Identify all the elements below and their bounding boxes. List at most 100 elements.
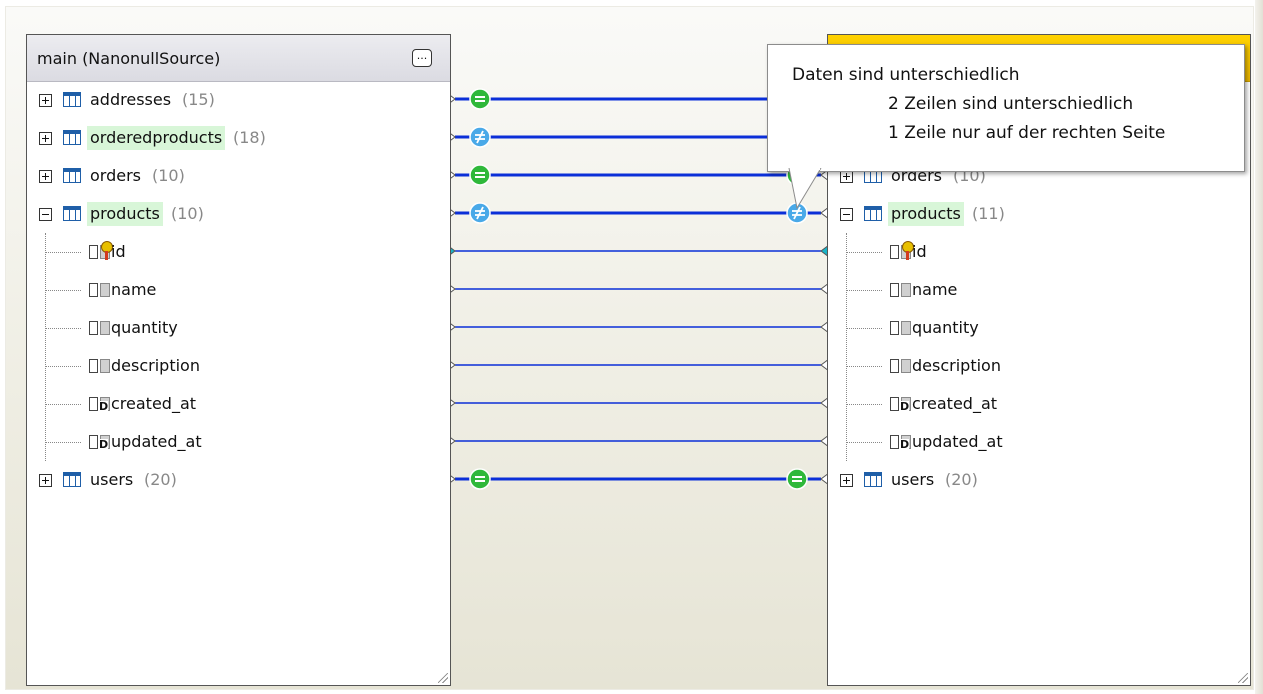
tree-connector (45, 290, 81, 291)
column-icon (89, 359, 110, 373)
table-row-count-addresses: (15) (182, 90, 215, 109)
column-icon (890, 435, 911, 449)
tree-connector (846, 290, 882, 291)
column-row-created_at[interactable]: Dcreated_at (840, 391, 1240, 421)
right-panel-resize-grip[interactable] (1238, 673, 1248, 683)
column-icon (890, 283, 911, 297)
table-name-addresses: addresses (90, 90, 172, 109)
table-icon (63, 130, 81, 145)
column-name-name: name (912, 280, 958, 299)
tree-connector (45, 252, 81, 253)
compare-status-left-users[interactable] (469, 468, 491, 490)
column-name-id: id (111, 242, 126, 261)
tree-connector (846, 252, 882, 253)
left-panel-resize-grip[interactable] (438, 673, 448, 683)
datetime-type-icon: D (99, 438, 109, 451)
expand-addresses-toggle[interactable] (39, 94, 52, 107)
column-icon (89, 397, 110, 411)
primary-key-column-icon (890, 245, 911, 259)
table-icon (63, 92, 81, 107)
table-row-count-products: (11) (972, 204, 1005, 223)
compare-status-left-addresses[interactable] (469, 88, 491, 110)
column-name-quantity: quantity (111, 318, 178, 337)
collapse-products-toggle[interactable] (840, 208, 853, 221)
tree-connector (846, 404, 882, 405)
column-row-name[interactable]: name (840, 277, 1240, 307)
table-row-count-orders: (10) (152, 166, 185, 185)
expand-users-toggle[interactable] (39, 474, 52, 487)
table-row-orders[interactable]: orders (10) (39, 163, 439, 193)
tree-connector (45, 328, 81, 329)
table-row-products[interactable]: products (11) (840, 201, 1240, 231)
compare-status-left-orders[interactable] (469, 164, 491, 186)
column-name-updated_at: updated_at (912, 432, 1003, 451)
expand-users-toggle[interactable] (840, 474, 853, 487)
left-schema-panel[interactable]: main (NanonullSource) ... addresses (15) o… (26, 34, 451, 686)
table-row-count-users: (20) (945, 470, 978, 489)
column-name-id: id (912, 242, 927, 261)
tree-connector (846, 328, 882, 329)
table-name-users: users (90, 470, 134, 489)
column-name-description: description (111, 356, 200, 375)
column-name-name: name (111, 280, 157, 299)
column-icon (89, 283, 110, 297)
left-panel-header[interactable]: main (NanonullSource) ... (27, 35, 450, 82)
table-name-orders: orders (90, 166, 141, 185)
comparison-tooltip: Daten sind unterschiedlich 2 Zeilen sind… (767, 44, 1245, 172)
compare-status-left-products[interactable] (469, 202, 491, 224)
column-icon (890, 359, 911, 373)
expand-orderedproducts-toggle[interactable] (39, 132, 52, 145)
column-row-updated_at[interactable]: Dupdated_at (39, 429, 439, 459)
table-row-count-users: (20) (144, 470, 177, 489)
column-name-created_at: created_at (912, 394, 998, 413)
column-row-id[interactable]: id (39, 239, 439, 269)
column-row-updated_at[interactable]: Dupdated_at (840, 429, 1240, 459)
collapse-products-toggle[interactable] (39, 208, 52, 221)
table-icon (864, 472, 882, 487)
column-row-description[interactable]: description (840, 353, 1240, 383)
column-row-quantity[interactable]: quantity (840, 315, 1240, 345)
left-panel-title: main (NanonullSource) (37, 49, 221, 68)
compare-status-left-orderedproducts[interactable] (469, 126, 491, 148)
tooltip-title: Daten sind unterschiedlich (792, 65, 1020, 85)
compare-status-right-users[interactable] (786, 468, 808, 490)
column-row-name[interactable]: name (39, 277, 439, 307)
column-icon (890, 321, 911, 335)
column-row-quantity[interactable]: quantity (39, 315, 439, 345)
tree-connector (45, 442, 81, 443)
tree-connector-vertical (846, 233, 847, 461)
table-row-addresses[interactable]: addresses (15) (39, 87, 439, 117)
table-row-products[interactable]: products (10) (39, 201, 439, 231)
datetime-type-icon: D (900, 400, 910, 413)
column-icon (89, 321, 110, 335)
table-row-count-orderedproducts: (18) (233, 128, 266, 147)
column-row-description[interactable]: description (39, 353, 439, 383)
column-row-id[interactable]: id (840, 239, 1240, 269)
column-icon (890, 397, 911, 411)
table-icon (864, 206, 882, 221)
tooltip-line-different-rows: 2 Zeilen sind unterschiedlich (888, 94, 1134, 114)
column-name-created_at: created_at (111, 394, 197, 413)
table-name-users: users (891, 470, 935, 489)
table-row-users[interactable]: users (20) (39, 467, 439, 497)
table-name-products: products (87, 202, 163, 226)
table-row-count-products: (10) (171, 204, 204, 223)
datetime-type-icon: D (99, 400, 109, 413)
table-icon (63, 206, 81, 221)
column-name-updated_at: updated_at (111, 432, 202, 451)
column-name-description: description (912, 356, 1001, 375)
table-row-orderedproducts[interactable]: orderedproducts (18) (39, 125, 439, 155)
table-name-products: products (888, 202, 964, 226)
table-row-users[interactable]: users (20) (840, 467, 1240, 497)
tree-connector (846, 442, 882, 443)
column-icon (89, 435, 110, 449)
tooltip-line-right-only-rows: 1 Zeile nur auf der rechten Seite (888, 123, 1166, 143)
tooltip-pointer (788, 168, 822, 210)
column-row-created_at[interactable]: Dcreated_at (39, 391, 439, 421)
expand-orders-toggle[interactable] (39, 170, 52, 183)
tree-connector (45, 404, 81, 405)
tree-connector (45, 366, 81, 367)
column-name-quantity: quantity (912, 318, 979, 337)
primary-key-column-icon (89, 245, 110, 259)
left-panel-options-button[interactable]: ... (412, 49, 432, 67)
